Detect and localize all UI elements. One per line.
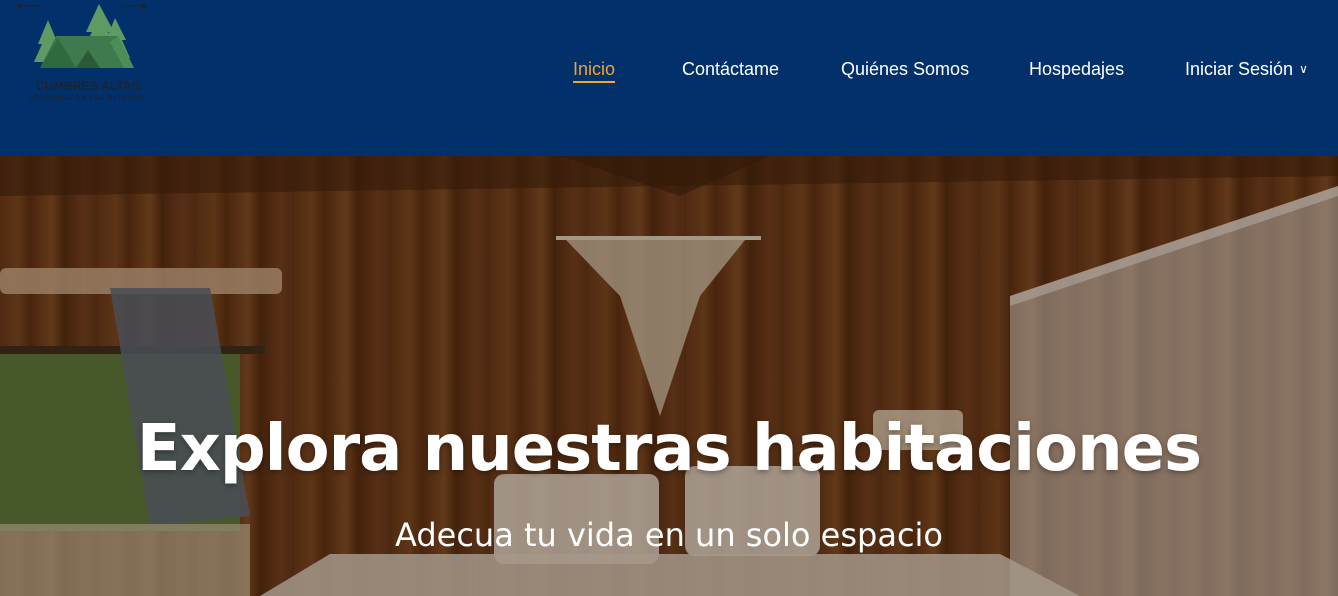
nav-link-inicio[interactable]: Inicio — [573, 58, 616, 83]
nav-link-label: Iniciar Sesión — [1185, 59, 1294, 79]
arrow-ornament-icon — [16, 3, 147, 9]
site-logo[interactable]: CUMBRES ALTAS DESCANSO EN LAS ALTURAS — [14, 2, 159, 120]
nav-link-label: Hospedajes — [1029, 59, 1125, 79]
nav-link-label: Contáctame — [682, 59, 780, 79]
hero-title: Explora nuestras habitaciones — [136, 412, 1202, 486]
site-header: CUMBRES ALTAS DESCANSO EN LAS ALTURAS In… — [0, 0, 1338, 156]
nav-link-label: Quiénes Somos — [841, 59, 970, 79]
chevron-down-icon[interactable]: ∨ — [1299, 58, 1308, 80]
nav-link-label: Inicio — [573, 59, 616, 79]
hero-subtitle: Adecua tu vida en un solo espacio — [394, 516, 943, 554]
nav-link-hospedajes[interactable]: Hospedajes — [1029, 58, 1124, 80]
brand-tagline: DESCANSO EN LAS ALTURAS — [28, 95, 145, 102]
nav-link-contactame[interactable]: Contáctame — [682, 58, 779, 80]
nav-link-quienes-somos[interactable]: Quiénes Somos — [841, 58, 969, 80]
hero-banner: Explora nuestras habitaciones Adecua tu … — [0, 156, 1338, 596]
brand-name: CUMBRES ALTAS — [35, 79, 141, 93]
nav-link-iniciar-sesion[interactable]: Iniciar Sesión ∨ — [1185, 58, 1308, 82]
